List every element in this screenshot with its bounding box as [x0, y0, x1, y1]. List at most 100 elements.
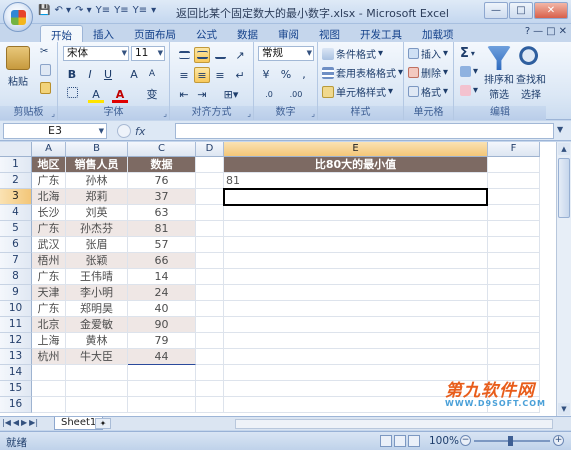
cell-F2[interactable] [488, 173, 540, 189]
next-sheet-icon[interactable]: ▶ [21, 418, 27, 427]
cell-D8[interactable] [196, 269, 224, 285]
copy-button[interactable] [40, 64, 51, 76]
cut-button[interactable]: ✂ [40, 46, 48, 57]
table-data-cell[interactable]: 广东 [32, 221, 66, 237]
comma-button[interactable]: , [296, 67, 312, 83]
qat-item-1[interactable]: ↶ ▾ [54, 4, 71, 18]
table-data-cell[interactable]: 李小明 [66, 285, 128, 301]
number-format-select[interactable]: 常规 ▼ [258, 46, 314, 61]
cell-D2[interactable] [196, 173, 224, 189]
spreadsheet-grid[interactable]: A B C D E F 1 2 3 4 5 6 7 8 9 10 11 12 13 14 15 16 地区 销售人员 数据 广东孙… [0, 142, 556, 416]
cell-styles-button[interactable]: 单元格样式 ▾ [322, 84, 393, 99]
cell-F1[interactable] [488, 157, 540, 173]
table-data-cell[interactable]: 张眉 [66, 237, 128, 253]
doc-minimize-icon[interactable]: — [533, 26, 543, 37]
alignment-launcher-icon[interactable]: ⌟ [247, 109, 251, 118]
insert-cells-button[interactable]: 插入 ▾ [408, 46, 448, 61]
scroll-thumb[interactable] [558, 158, 570, 218]
table-data-cell[interactable]: 66 [128, 253, 196, 269]
shrink-font-button[interactable]: A [144, 67, 160, 83]
row-header-1[interactable]: 1 [0, 157, 32, 173]
align-middle-button[interactable] [194, 47, 210, 63]
qat-item-5[interactable]: Y≡ [133, 4, 148, 18]
conditional-format-button[interactable]: 条件格式 ▾ [322, 46, 383, 61]
result-value-cell[interactable]: 81 [224, 173, 488, 189]
zoom-slider[interactable]: − + [460, 435, 564, 448]
table-data-cell[interactable]: 63 [128, 205, 196, 221]
cell-F5[interactable] [488, 221, 540, 237]
underline-button[interactable]: U [100, 67, 116, 83]
cell-C15[interactable] [128, 381, 196, 397]
ribbon-tab-5[interactable]: 审阅 [268, 25, 309, 42]
cell-A15[interactable] [32, 381, 66, 397]
table-data-cell[interactable]: 14 [128, 269, 196, 285]
clipboard-launcher-icon[interactable]: ⌟ [51, 109, 55, 118]
cell-D9[interactable] [196, 285, 224, 301]
doc-restore-icon[interactable]: □ [546, 26, 555, 37]
scroll-up-icon[interactable]: ▲ [558, 143, 570, 155]
delete-cells-button[interactable]: 删除 ▾ [408, 65, 448, 80]
decrease-indent-button[interactable]: ⇤ [176, 87, 192, 103]
orientation-button[interactable]: ↗ [232, 48, 248, 64]
cell-D4[interactable] [196, 205, 224, 221]
table-data-cell[interactable]: 40 [128, 301, 196, 317]
table-data-cell[interactable]: 杭州 [32, 349, 66, 365]
qat-item-0[interactable]: 💾 [38, 4, 50, 18]
ribbon-tab-7[interactable]: 开发工具 [350, 25, 412, 42]
formula-input[interactable] [175, 123, 554, 139]
paste-button[interactable]: 粘贴 [6, 46, 30, 88]
expand-formula-icon[interactable]: ▼ [557, 125, 563, 134]
fill-color-button[interactable]: A [88, 87, 104, 103]
cell-D10[interactable] [196, 301, 224, 317]
cell-B16[interactable] [66, 397, 128, 413]
horizontal-scrollbar[interactable] [235, 419, 553, 429]
table-data-cell[interactable]: 孙杰芬 [66, 221, 128, 237]
normal-view-icon[interactable] [380, 435, 392, 447]
table-data-cell[interactable]: 武汉 [32, 237, 66, 253]
increase-indent-button[interactable]: ⇥ [194, 87, 210, 103]
clear-button[interactable]: ▾ [460, 85, 478, 96]
zoom-out-icon[interactable]: − [460, 435, 471, 446]
maximize-button[interactable]: □ [509, 2, 533, 19]
column-header-D[interactable]: D [196, 142, 224, 157]
cell-F13[interactable] [488, 349, 540, 365]
align-top-button[interactable] [176, 48, 192, 64]
table-data-cell[interactable]: 广东 [32, 269, 66, 285]
row-header-7[interactable]: 7 [0, 253, 32, 269]
table-data-cell[interactable]: 上海 [32, 333, 66, 349]
table-data-cell[interactable]: 37 [128, 189, 196, 205]
cell-B15[interactable] [66, 381, 128, 397]
format-cells-button[interactable]: 格式 ▾ [408, 84, 448, 99]
column-header-B[interactable]: B [66, 142, 128, 157]
cell-D3[interactable] [196, 189, 224, 205]
increase-decimal-button[interactable]: .0 [258, 87, 280, 103]
table-data-cell[interactable]: 广东 [32, 173, 66, 189]
font-launcher-icon[interactable]: ⌟ [163, 109, 167, 118]
cell-D15[interactable] [196, 381, 224, 397]
table-data-cell[interactable]: 76 [128, 173, 196, 189]
cell-E12[interactable] [224, 333, 488, 349]
row-header-10[interactable]: 10 [0, 301, 32, 317]
name-box[interactable]: E3 ▼ [3, 123, 107, 139]
cell-D13[interactable] [196, 349, 224, 365]
row-header-13[interactable]: 13 [0, 349, 32, 365]
qat-item-6[interactable]: ▾ [151, 4, 156, 18]
table-data-cell[interactable]: 金爱敏 [66, 317, 128, 333]
merge-center-button[interactable]: ⊞▾ [216, 87, 246, 103]
cell-E8[interactable] [224, 269, 488, 285]
minimize-button[interactable]: — [484, 2, 508, 19]
table-data-cell[interactable]: 黄林 [66, 333, 128, 349]
cell-F6[interactable] [488, 237, 540, 253]
currency-button[interactable]: ¥ [258, 67, 274, 83]
zoom-in-icon[interactable]: + [553, 435, 564, 446]
table-data-cell[interactable]: 81 [128, 221, 196, 237]
ribbon-tab-0[interactable]: 开始 [40, 25, 83, 42]
cell-D1[interactable] [196, 157, 224, 173]
column-header-F[interactable]: F [488, 142, 540, 157]
table-header-cell[interactable]: 销售人员 [66, 157, 128, 173]
cell-D6[interactable] [196, 237, 224, 253]
font-name-select[interactable]: 宋体 ▼ [63, 46, 129, 61]
row-header-6[interactable]: 6 [0, 237, 32, 253]
cell-A16[interactable] [32, 397, 66, 413]
grow-font-button[interactable]: A [126, 67, 142, 83]
